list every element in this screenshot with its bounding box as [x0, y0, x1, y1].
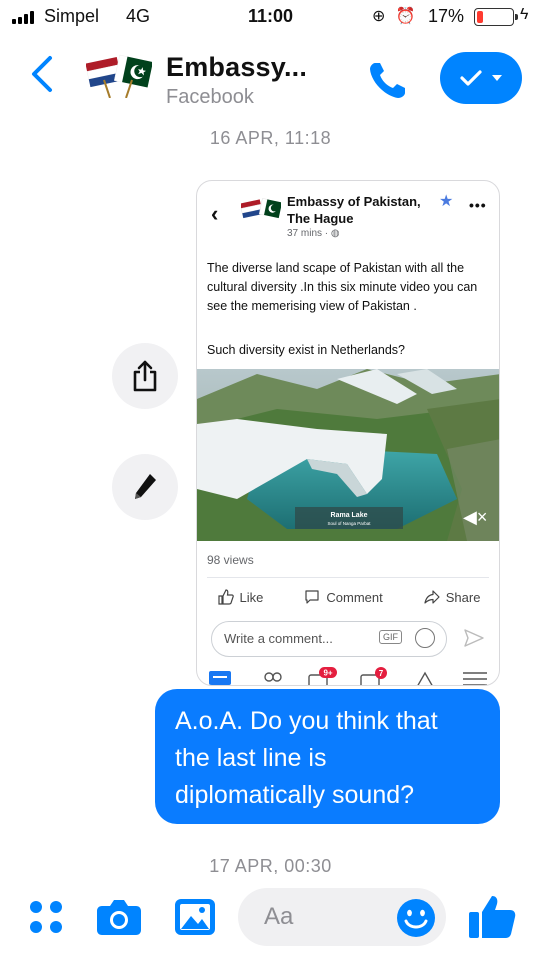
edit-button[interactable] — [112, 454, 178, 520]
notification-badge-1: 9+ — [323, 669, 332, 678]
phone-icon[interactable] — [366, 58, 410, 102]
globe-icon: ◍ — [330, 228, 340, 239]
gif-icon: GIF — [379, 630, 402, 644]
comment-label: Comment — [326, 589, 383, 605]
alarm-icon: ⏰ — [395, 8, 416, 25]
comment-field: Write a comment... — [211, 621, 447, 657]
like-action: Like — [217, 589, 264, 605]
chevron-left-icon[interactable] — [28, 54, 56, 94]
thumbs-up-icon[interactable] — [468, 894, 516, 940]
post-actions: Like Comment Share — [197, 589, 499, 605]
message-placeholder: Aa — [264, 903, 294, 930]
charging-bolt-icon: ϟ — [520, 6, 529, 23]
video-caption: Rama Lake — [331, 512, 368, 519]
emoji-icon[interactable] — [396, 898, 436, 938]
share-label: Share — [445, 589, 481, 605]
post-question: Such diversity exist in Netherlands? — [207, 343, 406, 357]
post-video: Rama Lake Soul of Nanga Parbat — [197, 369, 499, 541]
facebook-tab-bar: 9+ 7 — [209, 667, 487, 685]
checkmark-icon — [460, 70, 482, 86]
conversation-header: Embassy... Facebook — [0, 38, 541, 118]
post-page-avatar — [241, 198, 281, 219]
outgoing-message-bubble[interactable]: A.o.A. Do you think that the last line i… — [155, 689, 500, 824]
battery-percent: 17% — [428, 6, 465, 26]
checkmark-dropdown-button[interactable] — [440, 52, 522, 104]
post-divider — [207, 577, 489, 578]
view-count: 98 views — [207, 553, 254, 567]
image-icon[interactable] — [174, 898, 216, 936]
share-button[interactable] — [112, 343, 178, 409]
status-icons: ⊕ ⏰ — [372, 6, 416, 26]
post-emoji-icon — [415, 628, 435, 648]
conversation-title[interactable]: Embassy... — [166, 52, 307, 83]
share-action: Share — [424, 589, 481, 605]
status-bar: Simpel 4G 11:00 ⊕ ⏰ 17% ϟ — [0, 0, 541, 36]
comment-icon — [305, 590, 319, 604]
like-label: Like — [239, 589, 264, 605]
landscape-thumbnail: Rama Lake Soul of Nanga Parbat — [197, 369, 499, 541]
video-subcaption: Soul of Nanga Parbat — [327, 521, 371, 526]
camera-icon[interactable] — [96, 898, 142, 936]
post-page-name: Embassy of Pakistan, The Hague — [287, 194, 421, 226]
comment-action: Comment — [304, 589, 383, 605]
notification-badge-2: 7 — [379, 669, 384, 678]
post-back-icon: ‹ — [211, 201, 219, 226]
send-arrow-icon — [464, 629, 484, 647]
more-options-icon: ••• — [469, 197, 487, 213]
share-arrow-icon — [424, 590, 440, 604]
post-body: The diverse land scape of Pakistan with … — [207, 261, 478, 313]
message-composer: Aa — [0, 874, 541, 960]
shared-post-card[interactable]: ‹ Embassy of Pakistan, The Hague ★ ••• 3… — [196, 180, 500, 686]
comment-placeholder: Write a comment... — [224, 631, 333, 646]
date-separator: 16 APR, 11:18 — [209, 128, 332, 148]
apps-grid-icon[interactable] — [26, 897, 66, 937]
post-time: 37 mins · ◍ — [287, 228, 340, 239]
rotation-lock-icon: ⊕ — [372, 8, 386, 25]
star-icon: ★ — [439, 193, 454, 210]
pencil-icon — [135, 474, 156, 499]
share-upload-icon — [133, 360, 157, 392]
battery-fill — [477, 11, 483, 23]
thumbs-up-outline-icon — [217, 589, 234, 605]
avatar[interactable] — [86, 50, 152, 98]
post-time-text: 37 mins · — [287, 228, 329, 239]
conversation-subtitle: Facebook — [166, 86, 254, 108]
battery-icon — [474, 8, 518, 26]
chevron-down-icon — [492, 75, 502, 81]
muted-speaker-icon: ◀× — [463, 507, 488, 527]
